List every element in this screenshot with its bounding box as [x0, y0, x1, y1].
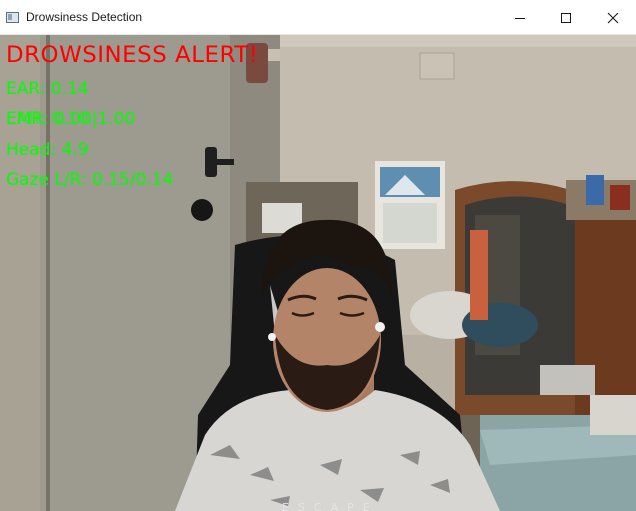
- ear-value-text: EAR: 0.14: [6, 79, 89, 99]
- drowsiness-alert-text: DROWSINESS ALERT!: [6, 43, 259, 68]
- maximize-icon: [561, 12, 571, 23]
- camera-feed: DROWSINESS ALERT! EAR: 0.14 EAR: 0.10 EM…: [0, 35, 636, 511]
- close-button[interactable]: [590, 0, 636, 35]
- minimize-button[interactable]: [497, 0, 543, 35]
- minimize-icon: [515, 17, 525, 19]
- maximize-button[interactable]: [543, 0, 589, 35]
- shirt-watermark-text: ESCAPE: [282, 501, 379, 511]
- app-window-icon: [6, 12, 19, 23]
- window-title: Drowsiness Detection: [26, 10, 143, 24]
- close-icon: [607, 12, 619, 23]
- title-bar[interactable]: Drowsiness Detection: [0, 0, 636, 35]
- head-value-text: Head: 4.9: [6, 140, 89, 160]
- emr-value-text: EAR: 0.10 EMR: 0.00|1.00: [6, 109, 135, 129]
- emr-overlap-text: EAR: 0.10: [6, 109, 89, 129]
- camera-frame-image: [0, 35, 636, 511]
- gaze-value-text: Gaze L/R: 0.15/0.14: [6, 170, 174, 190]
